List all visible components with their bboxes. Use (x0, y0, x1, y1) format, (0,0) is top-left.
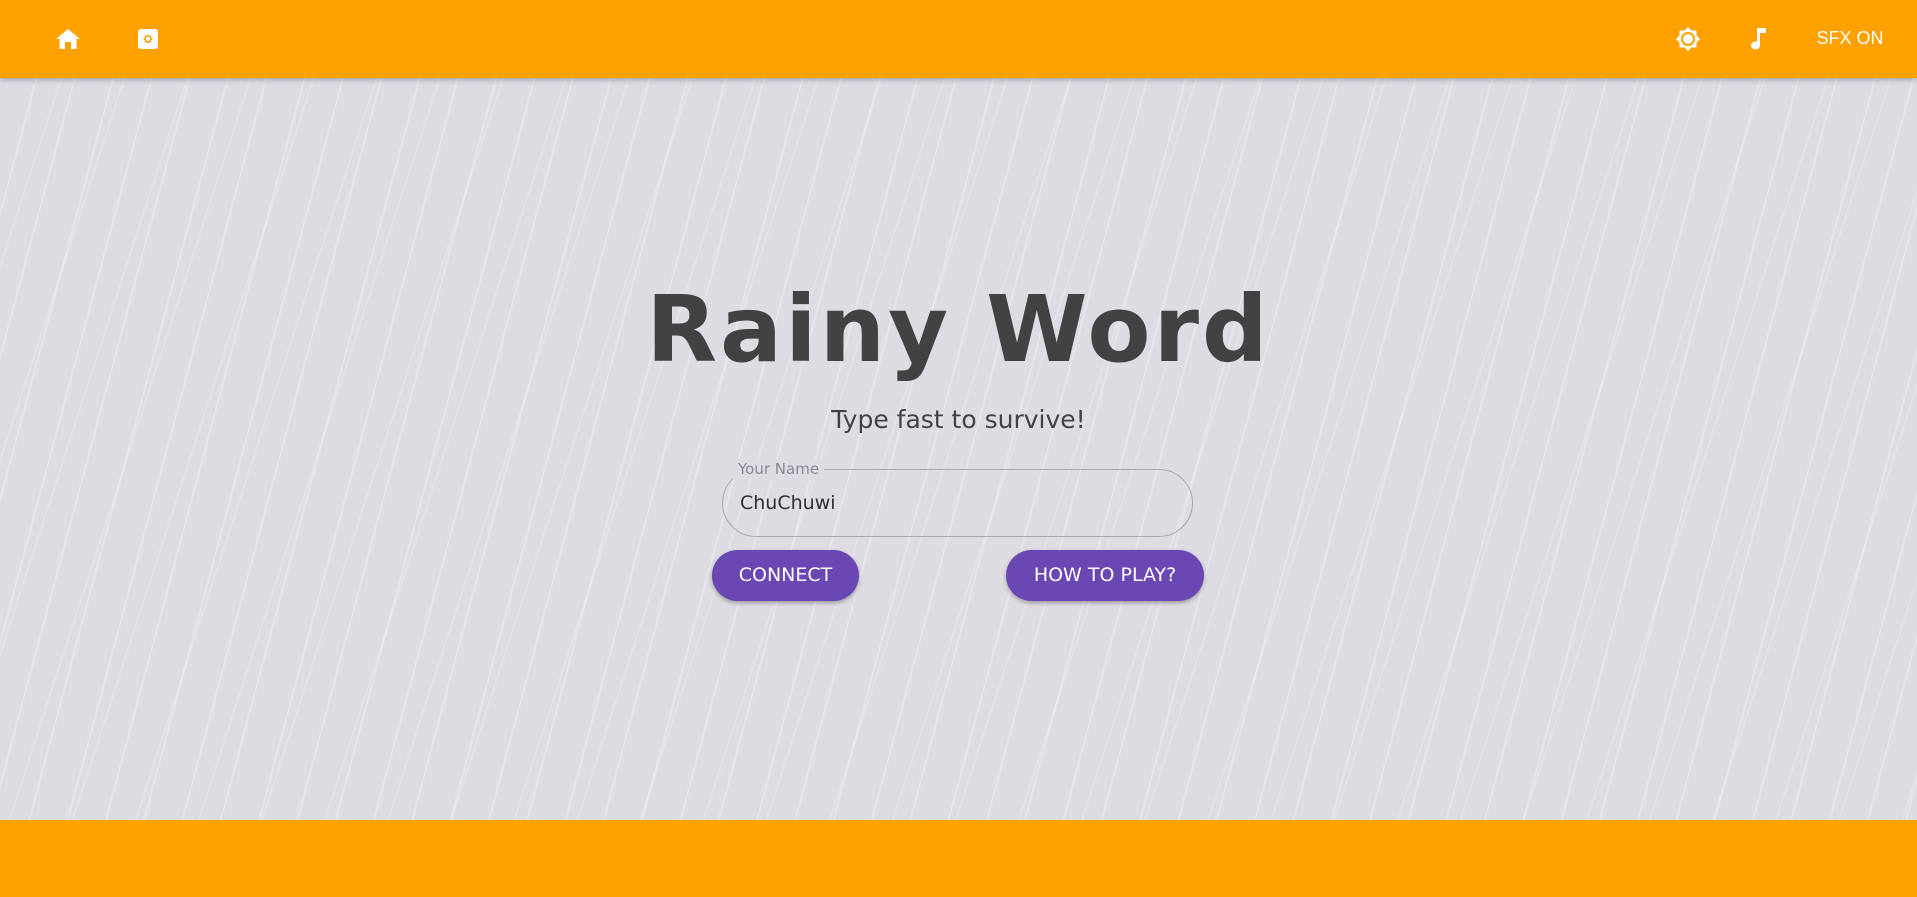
game-subtitle: Type fast to survive! (831, 405, 1086, 434)
name-field: Your Name (722, 459, 1193, 537)
rain-background (0, 78, 1917, 820)
music-toggle-button[interactable] (1738, 19, 1778, 59)
top-app-bar: SFX ON (0, 0, 1917, 78)
gamepad-icon (136, 27, 160, 51)
theme-toggle-button[interactable] (1668, 19, 1708, 59)
connect-button[interactable]: CONNECT (712, 550, 859, 601)
music-note-icon (1748, 26, 1768, 52)
home-icon (55, 27, 81, 51)
game-button[interactable] (128, 19, 168, 59)
bottom-bar (0, 820, 1917, 897)
sfx-toggle-button[interactable]: SFX ON (1800, 24, 1900, 52)
name-input[interactable] (740, 488, 1170, 518)
game-title: Rainy Word (646, 276, 1271, 383)
name-field-label: Your Name (733, 459, 825, 479)
home-button[interactable] (48, 19, 88, 59)
brightness-icon (1674, 25, 1702, 53)
how-to-play-button[interactable]: HOW TO PLAY? (1006, 550, 1204, 601)
